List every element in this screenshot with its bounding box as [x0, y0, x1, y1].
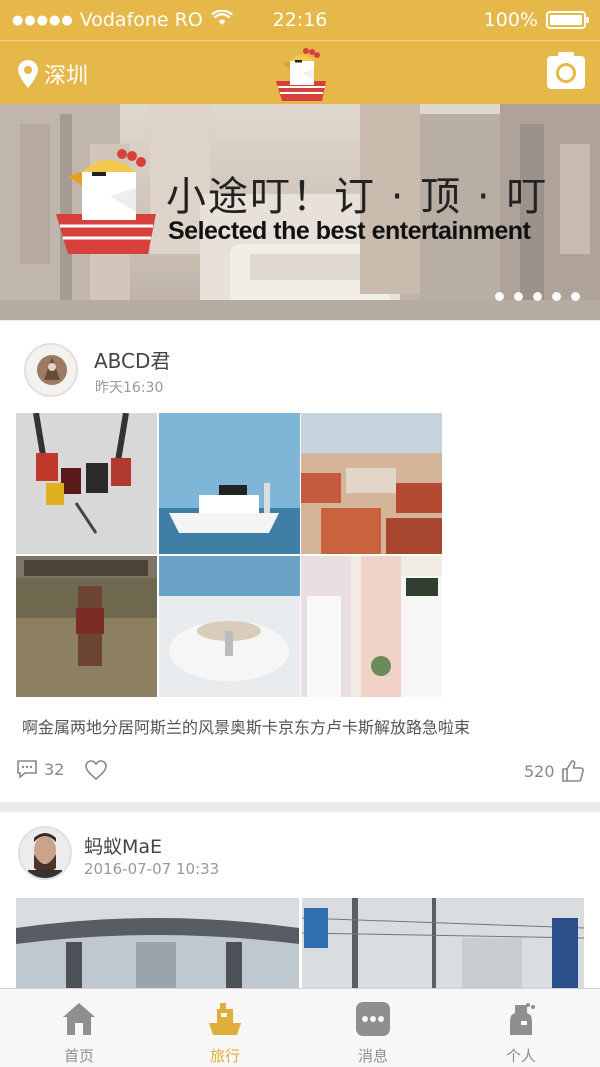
comment-button[interactable]: 32: [16, 759, 64, 779]
photo-thumbnail[interactable]: [301, 555, 442, 697]
tab-profile[interactable]: 个人: [446, 989, 596, 1067]
avatar[interactable]: [24, 343, 78, 397]
person-icon: [510, 1003, 535, 1035]
battery-percent: 100%: [483, 9, 538, 31]
status-bar: ●●●●● Vodafone RO 22:16 100%: [0, 0, 600, 40]
avatar[interactable]: [18, 826, 72, 880]
tab-label: 个人: [505, 1047, 536, 1065]
photo-thumbnail[interactable]: [16, 413, 157, 554]
pager-dot[interactable]: [514, 292, 523, 301]
photo-grid: [16, 413, 442, 697]
comment-icon: [17, 760, 37, 779]
photo-thumbnail[interactable]: [16, 555, 157, 697]
like-count: 520: [524, 761, 555, 781]
home-icon: [63, 1003, 95, 1035]
pager-dot[interactable]: [533, 292, 542, 301]
post-time: 昨天16:30: [95, 380, 164, 396]
message-icon: [356, 1002, 390, 1036]
tab-messages[interactable]: 消息: [298, 989, 448, 1067]
bottom-tab-bar: 首页 旅行 消息 个人: [0, 988, 600, 1067]
post-caption: 啊金属两地分居阿斯兰的风景奥斯卡京东方卢卡斯解放路急啦束: [22, 718, 471, 737]
post-username[interactable]: ABCD君: [94, 345, 170, 374]
chicken-boat-logo: [56, 149, 156, 254]
divider: [0, 802, 600, 812]
boat-icon: [209, 1003, 241, 1035]
favorite-button[interactable]: [84, 759, 108, 781]
post-time: 2016-07-07 10:33: [84, 860, 220, 878]
feed-post[interactable]: ABCD君 昨天16:30 啊金属两地分居阿斯兰的风景奥斯卡京东方卢卡斯解放路急…: [0, 320, 600, 802]
photo-thumbnail[interactable]: [301, 413, 442, 554]
photo-thumbnail[interactable]: [302, 898, 584, 988]
pager-dot[interactable]: [571, 292, 580, 301]
location-label: 深圳: [44, 64, 89, 89]
location-pin-icon: [18, 60, 38, 88]
thumbs-up-icon: [561, 760, 584, 782]
battery-icon: [546, 11, 589, 29]
tab-home[interactable]: 首页: [4, 989, 154, 1067]
feed-post[interactable]: 蚂蚁MaE 2016-07-07 10:33: [0, 812, 600, 988]
tab-label: 首页: [63, 1047, 94, 1065]
app-header: 深圳: [0, 40, 600, 104]
photo-thumbnail[interactable]: [158, 555, 300, 697]
chicken-boat-logo: [276, 48, 326, 101]
comment-count: 32: [44, 759, 65, 779]
banner-subtitle: Selected the best entertainment: [168, 217, 531, 245]
promo-banner[interactable]: 小途叮！订 · 顶 · 叮 Selected the best entertai…: [0, 104, 600, 320]
top-bar: ●●●●● Vodafone RO 22:16 100% 深圳: [0, 0, 600, 104]
banner-title: 小途叮！订 · 顶 · 叮: [166, 174, 549, 220]
location-selector[interactable]: 深圳: [18, 58, 88, 90]
battery-status: 100%: [483, 9, 589, 31]
pager-dot[interactable]: [495, 292, 504, 301]
camera-icon[interactable]: [546, 51, 586, 91]
tab-travel[interactable]: 旅行: [150, 989, 300, 1067]
heart-icon: [85, 760, 107, 781]
pager-dot[interactable]: [552, 292, 561, 301]
tab-label: 旅行: [209, 1047, 240, 1065]
banner-pager: [485, 292, 580, 301]
photo-thumbnail[interactable]: [16, 898, 299, 988]
photo-thumbnail[interactable]: [158, 413, 300, 554]
like-button[interactable]: 520: [524, 759, 585, 783]
post-username[interactable]: 蚂蚁MaE: [84, 832, 162, 859]
tab-label: 消息: [357, 1047, 388, 1065]
